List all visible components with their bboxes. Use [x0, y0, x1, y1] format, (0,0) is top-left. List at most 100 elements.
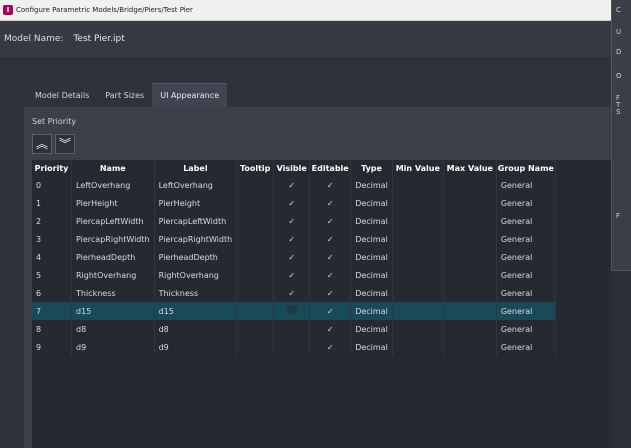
- table-cell-type: Decimal: [350, 284, 393, 302]
- tab-ui-appearance[interactable]: UI Appearance: [152, 83, 228, 107]
- table-cell-label: d9: [154, 338, 238, 356]
- col-name[interactable]: Name: [71, 160, 155, 176]
- set-priority-label: Set Priority: [32, 117, 77, 126]
- table-cell-editable[interactable]: ✓: [309, 230, 352, 248]
- table-row[interactable]: 1 PierHeight PierHeight ✓ ✓ Decimal General: [32, 194, 556, 212]
- table-cell-editable[interactable]: ✓: [309, 338, 352, 356]
- table-cell-type: Decimal: [350, 194, 393, 212]
- table-cell-visible[interactable]: [273, 338, 311, 356]
- tab-content: Set Priority ︽ ︾ Priority Name Label Too…: [24, 107, 612, 448]
- table-cell-tooltip: [236, 230, 275, 248]
- table-cell-min: [392, 320, 444, 338]
- tab-label: UI Appearance: [160, 91, 220, 100]
- table-cell-editable[interactable]: ✓: [309, 284, 352, 302]
- table-cell-visible[interactable]: ✓: [273, 230, 311, 248]
- table-cell-editable[interactable]: ✓: [309, 212, 352, 230]
- table-cell-priority: 9: [32, 338, 72, 356]
- table-cell-group: General: [496, 212, 556, 230]
- table-row[interactable]: 5 RightOverhang RightOverhang ✓ ✓ Decimal Gene…: [32, 266, 556, 284]
- table-cell-priority: 0: [32, 176, 72, 194]
- col-max-value[interactable]: Max Value: [443, 160, 497, 176]
- table-cell-max: [443, 230, 497, 248]
- table-row[interactable]: 2 PiercapLeftWidth PiercapLeftWidth ✓ ✓ Decim…: [32, 212, 556, 230]
- table-cell-editable[interactable]: ✓: [309, 176, 352, 194]
- table-cell-visible[interactable]: ✓: [273, 194, 311, 212]
- table-cell-name: Thickness: [71, 284, 155, 302]
- double-chevron-up-icon: ︽: [35, 137, 48, 151]
- table-cell-visible[interactable]: [273, 302, 311, 320]
- table-cell-name: PiercapRightWidth: [71, 230, 155, 248]
- table-cell-editable[interactable]: ✓: [309, 248, 352, 266]
- table-cell-priority: 1: [32, 194, 72, 212]
- tab-part-sizes[interactable]: Part Sizes: [97, 83, 152, 107]
- table-cell-priority: 3: [32, 230, 72, 248]
- table-cell-visible[interactable]: ✓: [273, 266, 311, 284]
- table-cell-label: Thickness: [154, 284, 238, 302]
- table-cell-name: PiercapLeftWidth: [71, 212, 155, 230]
- col-min-value[interactable]: Min Value: [392, 160, 444, 176]
- table-cell-visible[interactable]: ✓: [273, 248, 311, 266]
- table-cell-min: [392, 284, 444, 302]
- table-row[interactable]: 4 PierheadDepth PierheadDepth ✓ ✓ Decimal Gene…: [32, 248, 556, 266]
- table-cell-label: PierHeight: [154, 194, 238, 212]
- col-visible[interactable]: Visible: [273, 160, 311, 176]
- table-cell-tooltip: [236, 212, 275, 230]
- table-cell-group: General: [496, 176, 556, 194]
- table-cell-max: [443, 266, 497, 284]
- background-window-letter: S: [616, 108, 621, 116]
- table-cell-type: Decimal: [350, 176, 393, 194]
- table-cell-tooltip: [236, 338, 275, 356]
- table-cell-max: [443, 212, 497, 230]
- col-group-name[interactable]: Group Name: [496, 160, 556, 176]
- table-cell-editable[interactable]: ✓: [309, 320, 352, 338]
- table-cell-visible[interactable]: ✓: [273, 284, 311, 302]
- table-cell-editable[interactable]: ✓: [309, 302, 352, 320]
- table-cell-editable[interactable]: ✓: [309, 266, 352, 284]
- model-name-label: Model Name:: [4, 34, 64, 44]
- table-cell-tooltip: [236, 248, 275, 266]
- table-cell-visible[interactable]: ✓: [273, 176, 311, 194]
- visible-checkbox[interactable]: [286, 305, 297, 315]
- table-cell-label: d8: [154, 320, 238, 338]
- parameter-table: Priority Name Label Tooltip Visible Edit…: [32, 160, 556, 356]
- table-cell-type: Decimal: [350, 230, 393, 248]
- table-cell-visible[interactable]: ✓: [273, 212, 311, 230]
- priority-down-button[interactable]: ︾: [55, 134, 75, 154]
- tab-model-details[interactable]: Model Details: [27, 83, 97, 107]
- background-window-letter: U: [616, 28, 622, 36]
- background-window-letter: C: [616, 6, 621, 14]
- table-cell-name: d15: [71, 302, 155, 320]
- table-row[interactable]: 6 Thickness Thickness ✓ ✓ Decimal General: [32, 284, 556, 302]
- table-cell-name: d9: [71, 338, 155, 356]
- table-row[interactable]: 0 LeftOverhang LeftOverhang ✓ ✓ Decimal Genera…: [32, 176, 556, 194]
- table-cell-type: Decimal: [350, 212, 393, 230]
- col-priority[interactable]: Priority: [32, 160, 72, 176]
- table-row[interactable]: 8 d8 d8 ✓ Decimal General: [32, 320, 556, 338]
- col-label[interactable]: Label: [154, 160, 238, 176]
- table-cell-priority: 5: [32, 266, 72, 284]
- table-cell-label: d15: [154, 302, 238, 320]
- parameter-grid[interactable]: Priority Name Label Tooltip Visible Edit…: [32, 160, 612, 448]
- table-cell-name: PierHeight: [71, 194, 155, 212]
- table-cell-priority: 7: [32, 302, 72, 320]
- table-cell-type: Decimal: [350, 320, 393, 338]
- table-cell-label: LeftOverhang: [154, 176, 238, 194]
- table-row[interactable]: 9 d9 d9 ✓ Decimal General: [32, 338, 556, 356]
- table-cell-max: [443, 338, 497, 356]
- table-cell-editable[interactable]: ✓: [309, 194, 352, 212]
- col-editable[interactable]: Editable: [309, 160, 352, 176]
- col-type[interactable]: Type: [350, 160, 393, 176]
- table-row[interactable]: 3 PiercapRightWidth PiercapRightWidth ✓ ✓ Dec…: [32, 230, 556, 248]
- model-name-value: Test Pier.ipt: [73, 34, 125, 44]
- table-row[interactable]: 7 d15 d15 ✓ Decimal General: [32, 302, 556, 320]
- table-cell-group: General: [496, 266, 556, 284]
- col-tooltip[interactable]: Tooltip: [236, 160, 275, 176]
- table-cell-label: PiercapRightWidth: [154, 230, 238, 248]
- table-cell-max: [443, 248, 497, 266]
- priority-up-button[interactable]: ︽: [32, 134, 52, 154]
- table-cell-group: General: [496, 230, 556, 248]
- table-cell-name: LeftOverhang: [71, 176, 155, 194]
- table-cell-type: Decimal: [350, 302, 393, 320]
- table-cell-priority: 4: [32, 248, 72, 266]
- table-cell-visible[interactable]: [273, 320, 311, 338]
